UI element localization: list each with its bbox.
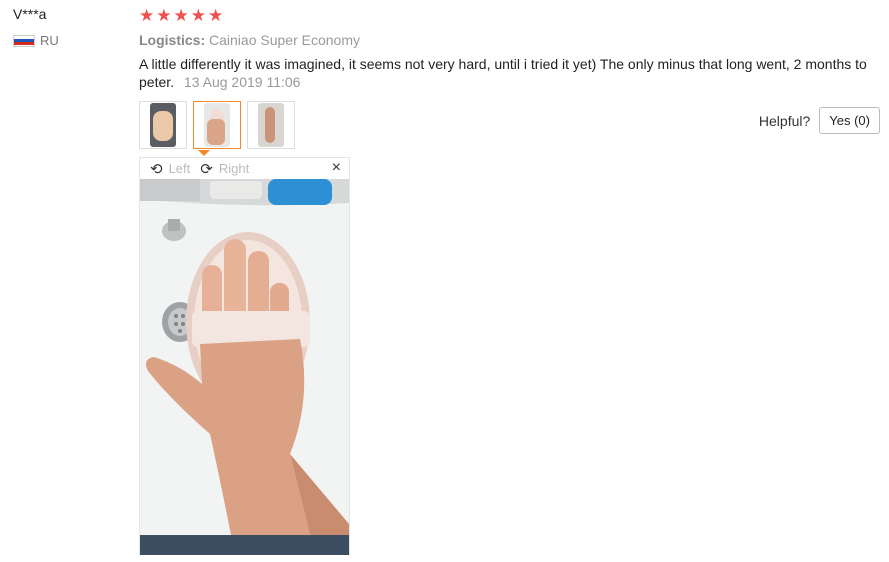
star-icon: ★: [173, 6, 189, 25]
photo-thumb-3[interactable]: [247, 101, 295, 149]
photo-thumb-1[interactable]: [139, 101, 187, 149]
logistics-info: Logistics: Cainiao Super Economy: [139, 32, 360, 48]
selected-thumb-arrow: [198, 150, 210, 156]
star-icon: ★: [208, 6, 224, 25]
photo-thumbnails: [139, 101, 295, 149]
helpful-label: Helpful?: [758, 112, 811, 129]
logistics-label: Logistics:: [139, 32, 206, 48]
logistics-value: Cainiao Super Economy: [209, 32, 360, 48]
viewer-toolbar: ⟲ Left ⟳ Right ×: [140, 158, 349, 179]
reviewer-name: V***a: [13, 6, 47, 22]
close-viewer-button[interactable]: ×: [332, 159, 341, 177]
star-rating: ★ ★ ★ ★ ★: [139, 7, 223, 24]
rotate-left-label: Left: [168, 161, 191, 176]
rotate-left-button[interactable]: ⟲ Left: [140, 160, 190, 178]
review-photo-image: [140, 179, 349, 555]
star-icon: ★: [156, 6, 172, 25]
helpful-yes-button[interactable]: Yes (0): [819, 107, 880, 134]
rotate-right-label: Right: [218, 161, 250, 176]
reviewer-country: RU: [13, 33, 59, 48]
rotate-left-icon: ⟲: [150, 160, 163, 178]
photo-thumb-2[interactable]: [193, 101, 241, 149]
star-icon: ★: [139, 6, 155, 25]
review-photo: [140, 179, 349, 555]
helpful-section: Helpful? Yes (0): [759, 107, 880, 134]
star-icon: ★: [190, 6, 206, 25]
rotate-right-icon: ⟳: [200, 160, 213, 178]
review-date: 13 Aug 2019 11:06: [183, 74, 301, 90]
photo-viewer: ⟲ Left ⟳ Right ×: [139, 157, 350, 555]
russia-flag-icon: [13, 34, 35, 47]
review-body: A little differently it was imagined, it…: [139, 55, 879, 91]
country-code: RU: [40, 33, 59, 48]
rotate-right-button[interactable]: ⟳ Right: [190, 160, 249, 178]
